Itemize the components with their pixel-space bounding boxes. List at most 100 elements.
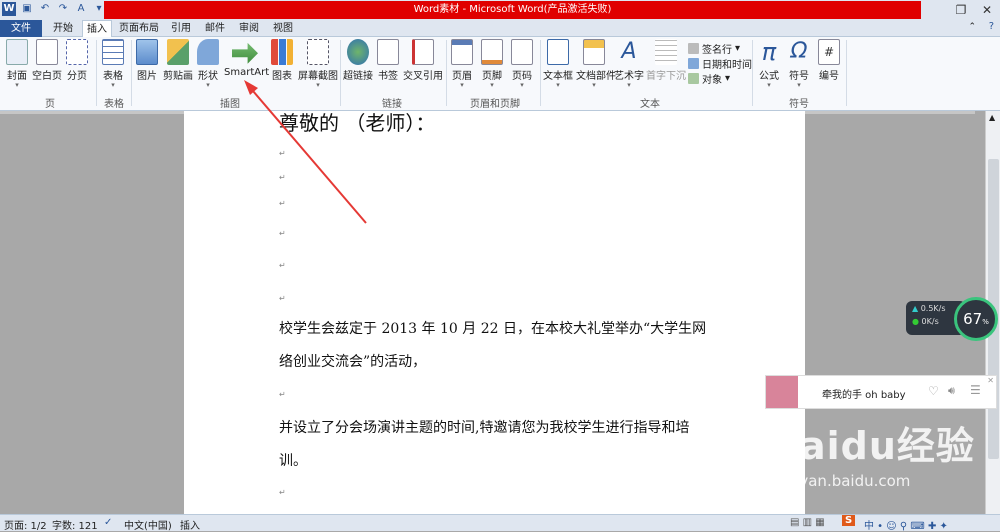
shapes-icon	[197, 39, 219, 65]
page-break-button[interactable]: 分页	[64, 39, 90, 82]
omega-icon: Ω	[790, 39, 808, 64]
download-speed: 0K/s	[921, 317, 939, 326]
cross-reference-icon	[412, 39, 434, 65]
scroll-up-icon[interactable]: ▲	[989, 113, 995, 122]
group-label-text: 文本	[640, 99, 660, 110]
object-icon	[688, 73, 699, 84]
tab-page-layout[interactable]: 页面布局	[116, 20, 162, 37]
word-count[interactable]: 字数: 121	[52, 517, 98, 532]
page-count[interactable]: 页面: 1/2	[4, 517, 47, 532]
tab-file[interactable]: 文件	[0, 20, 42, 37]
word-logo-icon: W	[2, 2, 16, 16]
album-art[interactable]	[766, 376, 798, 408]
chevron-up-icon[interactable]: ⌃	[968, 22, 976, 32]
cover-page-button[interactable]: 封面 ▾	[4, 39, 30, 89]
title-bar: W ▣ ↶ ↷ A ▾ Word素材 - Microsoft Word(产品激活…	[0, 0, 1000, 20]
page-number-icon	[511, 39, 533, 65]
paragraph-mark: ↵	[279, 173, 286, 182]
drop-cap-icon	[655, 39, 677, 65]
screenshot-button[interactable]: 屏幕截图 ▾	[298, 39, 338, 89]
close-widget-icon[interactable]: ✕	[987, 376, 994, 385]
table-icon	[102, 39, 124, 65]
table-button[interactable]: 表格 ▾	[100, 39, 126, 89]
undo-icon[interactable]: ↶	[38, 2, 52, 16]
paragraph-mark: ↵	[279, 488, 286, 497]
bookmark-button[interactable]: 书签	[377, 39, 399, 82]
group-label-symbols: 符号	[789, 99, 809, 110]
clipart-icon	[167, 39, 189, 65]
quick-parts-button[interactable]: 文档部件 ▾	[576, 39, 616, 89]
group-label-page: 页	[45, 99, 55, 110]
number-button[interactable]: # 编号	[816, 39, 842, 82]
paragraph-mark: ↵	[279, 149, 286, 158]
globe-link-icon	[347, 39, 369, 65]
object-button[interactable]: 对象 ▾	[688, 71, 730, 86]
date-time-button[interactable]: 日期和时间	[688, 56, 752, 71]
tab-insert[interactable]: 插入	[82, 20, 112, 38]
wordart-button[interactable]: A 艺术字 ▾	[614, 39, 644, 89]
restore-icon[interactable]: ❐	[948, 0, 974, 20]
document-page[interactable]: 尊敬的 （老师）： ↵ ↵ ↵ ↵ ↵ ↵ 校学生会兹定于 2013 年 10 …	[184, 111, 805, 514]
group-label-header-footer: 页眉和页脚	[470, 99, 520, 110]
tab-review[interactable]: 审阅	[234, 20, 264, 37]
doc-line-salutation: 尊敬的 （老师）：	[279, 111, 436, 135]
group-label-illustrations: 插图	[220, 99, 240, 110]
picture-button[interactable]: 图片	[135, 39, 159, 82]
clipart-button[interactable]: 剪贴画	[163, 39, 193, 82]
tab-home[interactable]: 开始	[48, 20, 78, 37]
language[interactable]: 中文(中国)	[124, 517, 172, 532]
signature-line-button[interactable]: 签名行 ▾	[688, 41, 740, 56]
tab-view[interactable]: 视图	[268, 20, 298, 37]
group-label-links: 链接	[382, 99, 402, 110]
equation-button[interactable]: π 公式 ▾	[756, 39, 782, 89]
help-icon[interactable]: ?	[989, 21, 994, 32]
symbol-button[interactable]: Ω 符号 ▾	[786, 39, 812, 89]
playlist-icon[interactable]: ☰	[970, 383, 981, 397]
download-icon: ●	[912, 317, 919, 326]
heart-icon[interactable]: ♡	[928, 384, 939, 398]
doc-paragraph-1-line-2: 络创业交流会”的活动，	[279, 354, 427, 370]
page-number-button[interactable]: 页码 ▾	[510, 39, 534, 89]
font-color-icon[interactable]: A	[74, 2, 88, 16]
paragraph-mark: ↵	[279, 199, 286, 208]
memory-gauge[interactable]: 67%	[954, 297, 998, 341]
group-label-table: 表格	[104, 99, 124, 110]
hyperlink-button[interactable]: 超链接	[343, 39, 373, 82]
close-icon[interactable]: ✕	[974, 0, 1000, 20]
upload-icon: ▲	[912, 304, 919, 313]
blank-page-button[interactable]: 空白页	[32, 39, 62, 82]
baidu-watermark: Baidu经验 jingyan.baidu.com	[770, 420, 1000, 514]
save-icon[interactable]: ▣	[20, 2, 34, 16]
ime-status-icons[interactable]: 中 • ☺ ⚲ ⌨ ✚ ✦	[864, 517, 948, 532]
signature-icon	[688, 43, 699, 54]
textbox-button[interactable]: 文本框 ▾	[543, 39, 573, 89]
volume-icon[interactable]: 🔊︎	[948, 384, 955, 398]
tab-mailings[interactable]: 邮件	[200, 20, 230, 37]
proofing-icon[interactable]: ✓	[104, 517, 112, 528]
bookmark-icon	[377, 39, 399, 65]
pi-icon: π	[761, 38, 777, 66]
footer-button[interactable]: 页脚 ▾	[480, 39, 504, 89]
cover-page-icon	[6, 39, 28, 65]
paragraph-mark: ↵	[279, 390, 286, 399]
watermark-brand: Baidu经验	[770, 424, 975, 468]
header-button[interactable]: 页眉 ▾	[450, 39, 474, 89]
sogou-ime-icon[interactable]: S	[842, 515, 856, 526]
drop-cap-button[interactable]: 首字下沉	[646, 39, 686, 82]
screenshot-icon	[307, 39, 329, 65]
quick-parts-icon	[583, 39, 605, 65]
chart-button[interactable]: 图表	[270, 39, 294, 82]
song-title: 牵我的手 oh baby	[822, 390, 906, 401]
paragraph-mark: ↵	[279, 294, 286, 303]
quick-access-toolbar: W ▣ ↶ ↷ A ▾	[2, 2, 106, 16]
smartart-button[interactable]: SmartArt	[224, 39, 269, 78]
network-speed-widget: ▲ 0.5K/s ● 0K/s 67%	[906, 297, 998, 341]
shapes-button[interactable]: 形状 ▾	[196, 39, 220, 89]
view-buttons-icon[interactable]: ▤ ▥ ▦	[790, 517, 825, 528]
redo-icon[interactable]: ↷	[56, 2, 70, 16]
cross-reference-button[interactable]: 交叉引用	[403, 39, 443, 82]
ribbon: 封面 ▾ 空白页 分页 页 表格 ▾ 表格 图片 剪贴画 形状 ▾ SmartA…	[0, 37, 1000, 111]
tab-references[interactable]: 引用	[166, 20, 196, 37]
insert-mode[interactable]: 插入	[180, 517, 200, 532]
smartart-icon	[232, 42, 258, 64]
